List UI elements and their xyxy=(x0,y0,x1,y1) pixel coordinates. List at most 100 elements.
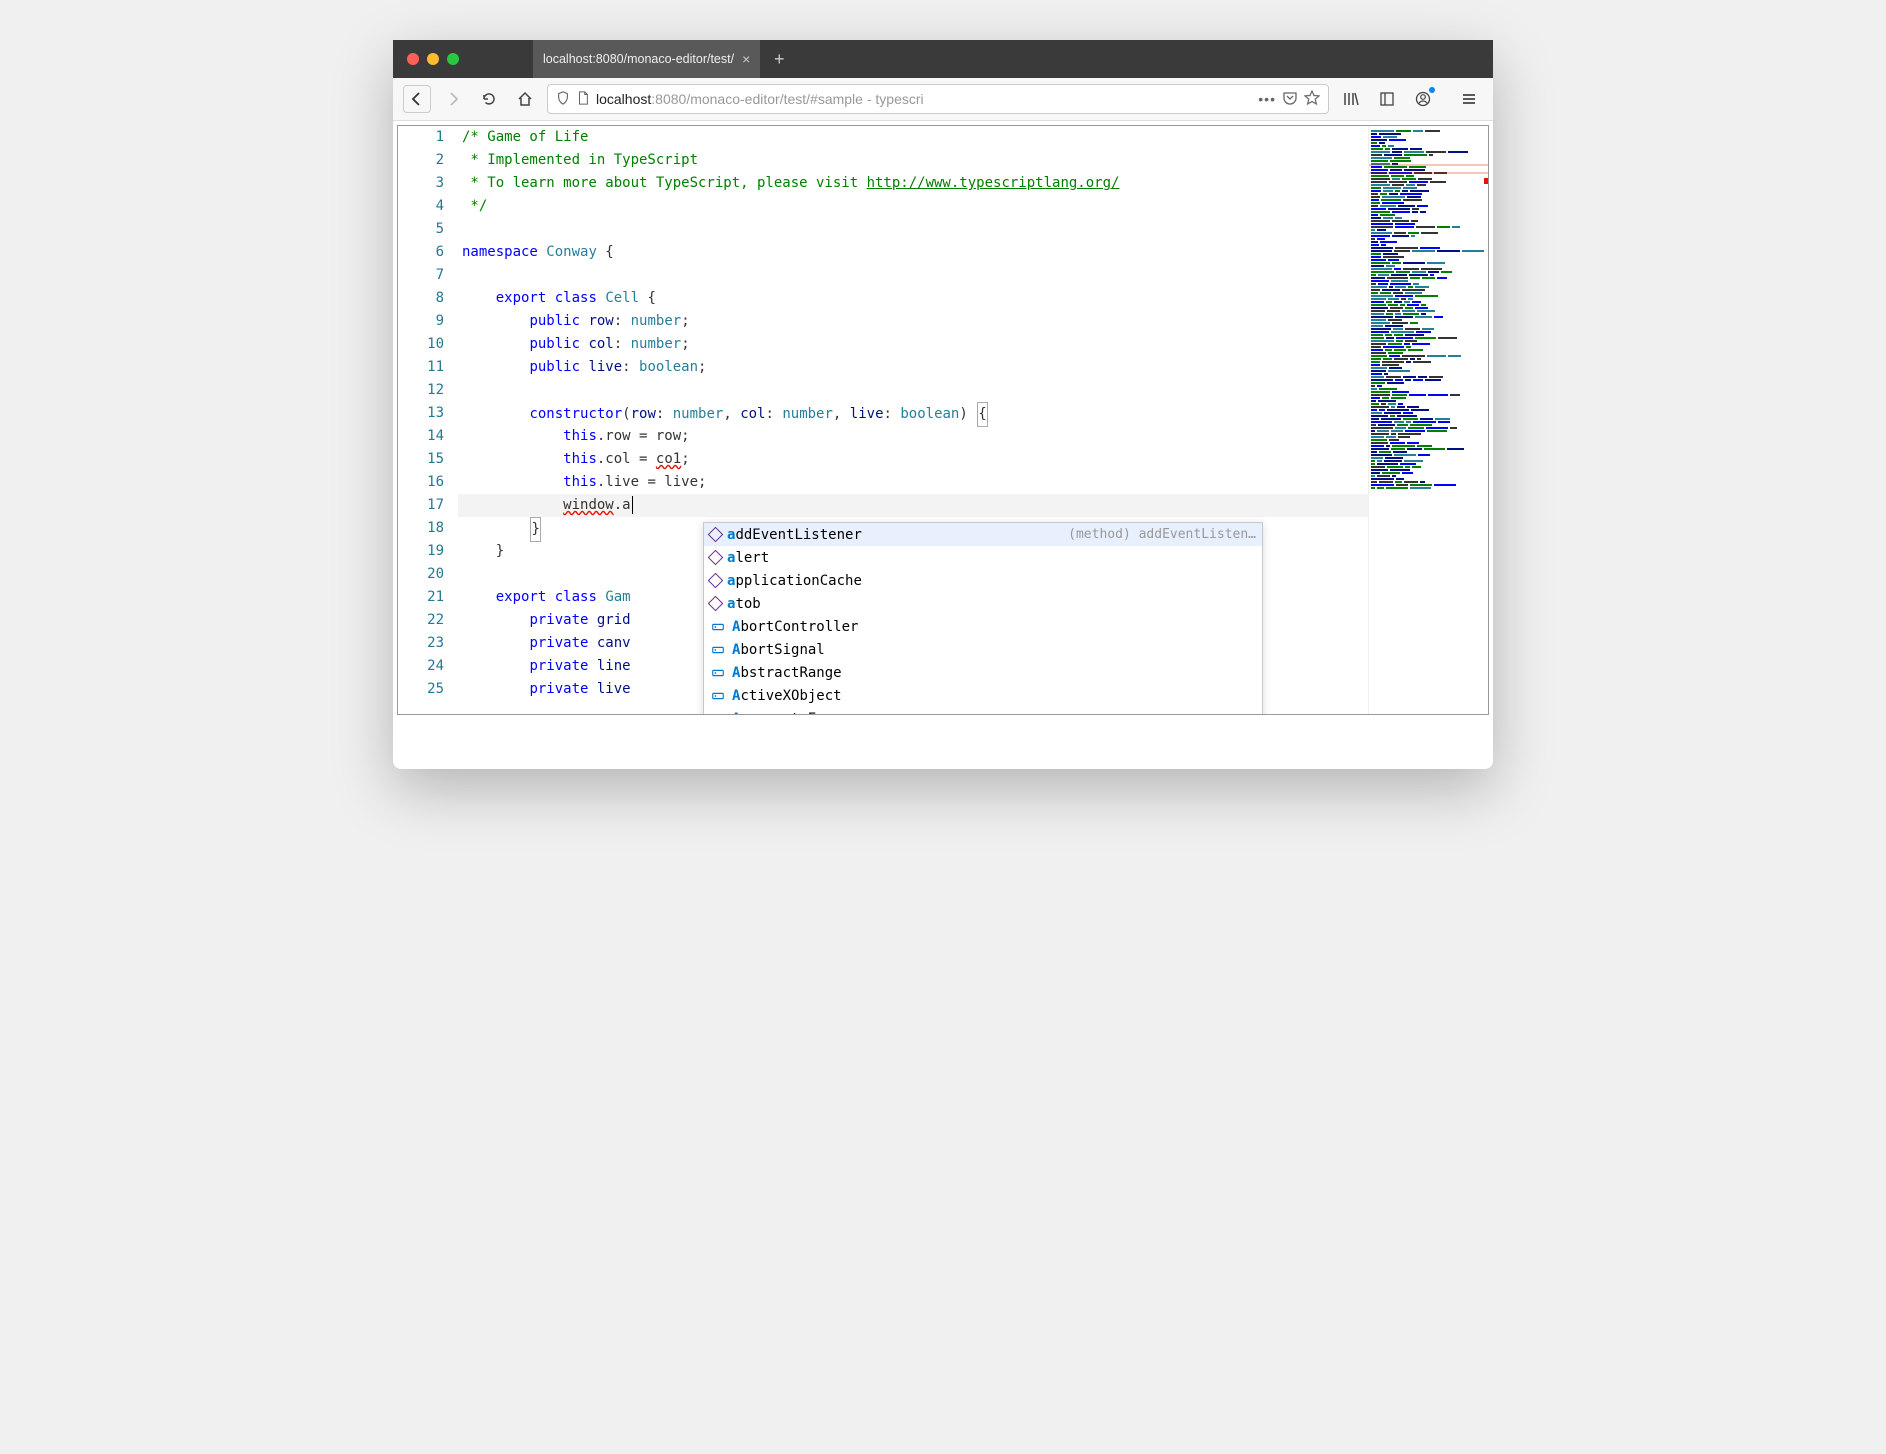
line-number: 19 xyxy=(398,540,444,563)
tab-title: localhost:8080/monaco-editor/test/ xyxy=(543,52,734,66)
suggestion-item[interactable]: applicationCache xyxy=(704,569,1262,592)
line-number: 4 xyxy=(398,195,444,218)
minimap[interactable] xyxy=(1368,126,1488,714)
page-icon xyxy=(576,91,590,108)
code-line[interactable]: namespace Conway { xyxy=(458,241,1368,264)
window-close[interactable] xyxy=(407,53,419,65)
line-number: 23 xyxy=(398,632,444,655)
code-line[interactable]: export class Cell { xyxy=(458,287,1368,310)
method-icon xyxy=(708,596,724,612)
line-number: 11 xyxy=(398,356,444,379)
variable-icon xyxy=(710,642,726,658)
code-line[interactable]: * To learn more about TypeScript, please… xyxy=(458,172,1368,195)
line-number: 3 xyxy=(398,172,444,195)
code-line[interactable]: /* Game of Life xyxy=(458,126,1368,149)
line-number: 5 xyxy=(398,218,444,241)
suggestion-label: addEventListener xyxy=(727,527,862,543)
code-line[interactable]: constructor(row: number, col: number, li… xyxy=(458,402,1368,425)
variable-icon xyxy=(710,665,726,681)
reload-button[interactable] xyxy=(475,85,503,113)
line-number: 22 xyxy=(398,609,444,632)
line-number: 2 xyxy=(398,149,444,172)
code-line[interactable] xyxy=(458,218,1368,241)
shield-icon[interactable] xyxy=(556,91,570,108)
line-number: 15 xyxy=(398,448,444,471)
line-number: 14 xyxy=(398,425,444,448)
line-number: 10 xyxy=(398,333,444,356)
method-icon xyxy=(708,527,724,543)
code-line[interactable] xyxy=(458,264,1368,287)
line-number: 18 xyxy=(398,517,444,540)
variable-icon xyxy=(710,711,726,716)
line-number: 20 xyxy=(398,563,444,586)
suggestion-label: atob xyxy=(727,596,761,612)
suggestion-item[interactable]: AbortSignal xyxy=(704,638,1262,661)
suggestion-item[interactable]: ActiveXObject xyxy=(704,684,1262,707)
suggestion-label: ActiveXObject xyxy=(732,688,842,704)
window-controls xyxy=(393,53,473,65)
window-maximize[interactable] xyxy=(447,53,459,65)
suggestion-item[interactable]: AbstractRange xyxy=(704,661,1262,684)
line-number: 6 xyxy=(398,241,444,264)
code-line[interactable]: this.live = live; xyxy=(458,471,1368,494)
window-minimize[interactable] xyxy=(427,53,439,65)
line-gutter: 1234567891011121314151617181920212223242… xyxy=(398,126,458,714)
sidebar-icon[interactable] xyxy=(1373,85,1401,113)
suggestion-label: alert xyxy=(727,550,769,566)
pocket-icon[interactable] xyxy=(1282,90,1298,109)
url-text: localhost:8080/monaco-editor/test/#sampl… xyxy=(596,91,1252,107)
line-number: 24 xyxy=(398,655,444,678)
line-number: 7 xyxy=(398,264,444,287)
back-button[interactable] xyxy=(403,85,431,113)
home-button[interactable] xyxy=(511,85,539,113)
profile-icon[interactable] xyxy=(1409,85,1437,113)
menu-icon[interactable] xyxy=(1455,85,1483,113)
line-number: 12 xyxy=(398,379,444,402)
forward-button[interactable] xyxy=(439,85,467,113)
browser-toolbar: localhost:8080/monaco-editor/test/#sampl… xyxy=(393,78,1493,121)
code-line[interactable]: this.col = co1; xyxy=(458,448,1368,471)
suggestion-label: AbortSignal xyxy=(732,642,825,658)
method-icon xyxy=(708,550,724,566)
line-number: 8 xyxy=(398,287,444,310)
variable-icon xyxy=(710,688,726,704)
text-cursor xyxy=(632,496,633,514)
code-line[interactable]: * Implemented in TypeScript xyxy=(458,149,1368,172)
code-line[interactable]: */ xyxy=(458,195,1368,218)
code-line[interactable]: window.a xyxy=(458,494,1368,517)
star-icon[interactable] xyxy=(1304,90,1320,109)
line-number: 1 xyxy=(398,126,444,149)
line-number: 25 xyxy=(398,678,444,701)
url-bar[interactable]: localhost:8080/monaco-editor/test/#sampl… xyxy=(547,84,1329,114)
code-line[interactable]: public col: number; xyxy=(458,333,1368,356)
autocomplete-popup[interactable]: addEventListener (method) addEventListen…… xyxy=(703,522,1263,715)
suggestion-item[interactable]: AbortController xyxy=(704,615,1262,638)
more-icon[interactable]: ••• xyxy=(1258,91,1276,107)
suggestion-label: AbstractRange xyxy=(732,665,842,681)
editor-container: 1234567891011121314151617181920212223242… xyxy=(397,125,1489,715)
suggestion-item[interactable]: atob xyxy=(704,592,1262,615)
code-line[interactable]: public live: boolean; xyxy=(458,356,1368,379)
library-icon[interactable] xyxy=(1337,85,1365,113)
browser-tab[interactable]: localhost:8080/monaco-editor/test/ × xyxy=(533,40,760,78)
suggestion-label: AggregateError xyxy=(732,711,850,716)
tab-bar: localhost:8080/monaco-editor/test/ × + xyxy=(393,40,1493,78)
suggestion-item[interactable]: addEventListener (method) addEventListen… xyxy=(704,523,1262,546)
variable-icon xyxy=(710,619,726,635)
suggestion-label: AbortController xyxy=(732,619,858,635)
line-number: 21 xyxy=(398,586,444,609)
line-number: 16 xyxy=(398,471,444,494)
new-tab-button[interactable]: + xyxy=(760,49,798,70)
suggestion-detail: (method) addEventListen… xyxy=(1068,527,1256,542)
suggestion-item[interactable]: alert xyxy=(704,546,1262,569)
line-number: 9 xyxy=(398,310,444,333)
suggestion-item[interactable]: AggregateError xyxy=(704,707,1262,715)
code-line[interactable] xyxy=(458,379,1368,402)
suggestion-label: applicationCache xyxy=(727,573,862,589)
line-number: 17 xyxy=(398,494,444,517)
code-line[interactable]: this.row = row; xyxy=(458,425,1368,448)
method-icon xyxy=(708,573,724,589)
line-number: 13 xyxy=(398,402,444,425)
tab-close-icon[interactable]: × xyxy=(742,51,750,67)
code-line[interactable]: public row: number; xyxy=(458,310,1368,333)
